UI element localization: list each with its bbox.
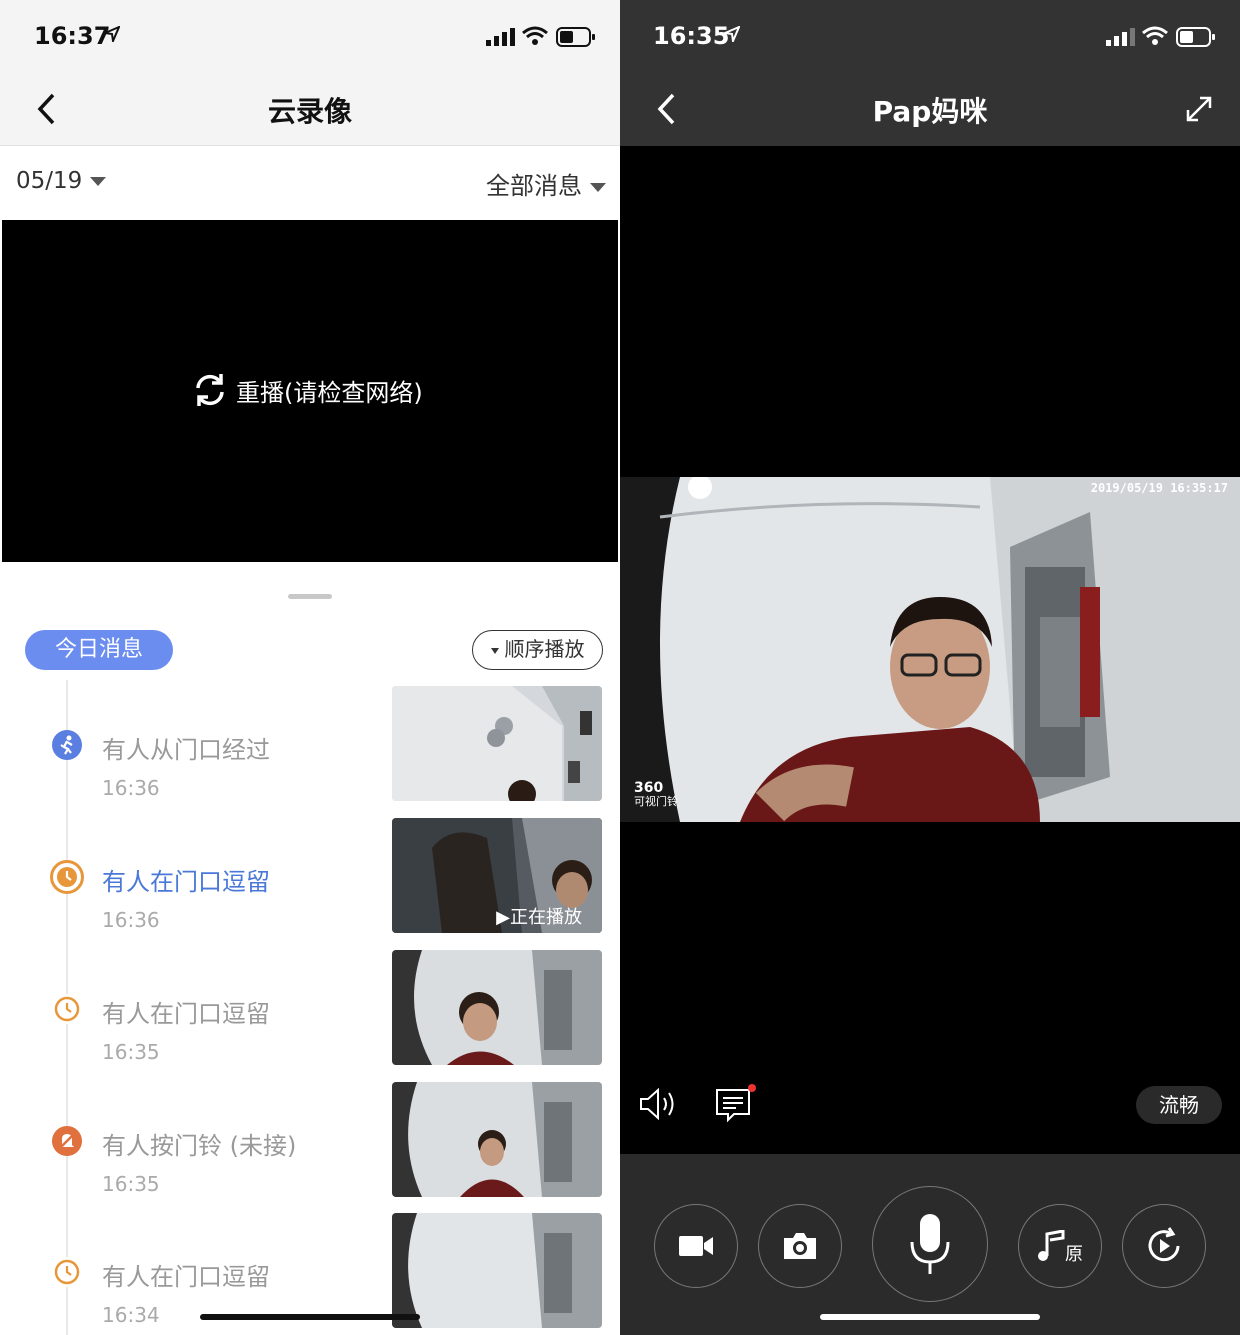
filter-bar: 05/19 全部消息 — [0, 146, 620, 220]
event-thumbnail[interactable] — [392, 686, 602, 801]
record-video-icon — [679, 1236, 713, 1256]
replay-button[interactable]: 重播(请检查网络) — [190, 370, 423, 410]
dropdown-triangle-icon — [90, 177, 107, 186]
event-time: 16:36 — [102, 776, 160, 800]
triangle-down-icon — [490, 647, 499, 654]
wifi-icon — [1142, 26, 1168, 45]
record-video-button[interactable] — [654, 1204, 738, 1288]
event-item[interactable]: 有人按门铃 (未接) 16:35 — [0, 1082, 620, 1202]
event-thumbnail[interactable] — [392, 1082, 602, 1197]
replay-icon — [196, 374, 224, 406]
status-time: 16:37 — [34, 22, 111, 50]
drag-handle[interactable] — [288, 594, 332, 599]
left-screen: 16:37 云录像 05/19 全部消息 重播(请检查网络) 今日消息 顺序播放… — [0, 0, 620, 1335]
event-thumbnail[interactable] — [392, 1213, 602, 1328]
control-bar: 原 — [620, 1154, 1240, 1335]
event-title: 有人在门口逗留 — [102, 868, 270, 896]
signal-icon — [486, 28, 515, 46]
nav-bar: 云录像 — [0, 76, 620, 146]
event-item[interactable]: 有人在门口逗留 16:35 — [0, 950, 620, 1070]
event-time: 16:36 — [102, 908, 160, 932]
camera-logo: 360 可视门铃 — [634, 781, 678, 809]
home-indicator — [200, 1314, 420, 1320]
quality-button[interactable]: 流畅 — [1136, 1086, 1222, 1124]
playback-button[interactable] — [1122, 1204, 1206, 1288]
snapshot-button[interactable] — [758, 1204, 842, 1288]
dropdown-triangle-icon — [590, 182, 606, 192]
right-screen: 16:35 Pap妈咪 2019/05/19 16:35:17 360 可视门铃… — [620, 0, 1240, 1335]
device-title: Pap妈咪 — [872, 95, 988, 128]
event-thumbnail[interactable] — [392, 950, 602, 1065]
event-item-active[interactable]: 有人在门口逗留 16:36 ▶正在播放 — [0, 818, 620, 938]
date-selector[interactable]: 05/19 — [16, 168, 107, 194]
missed-bell-icon — [52, 1126, 82, 1156]
date-label: 05/19 — [16, 168, 83, 194]
live-video[interactable]: 2019/05/19 16:35:17 360 可视门铃 — [620, 477, 1240, 822]
today-messages-tab[interactable]: 今日消息 — [25, 630, 173, 670]
talk-button[interactable] — [872, 1186, 988, 1302]
voice-change-label: 原 — [1065, 1244, 1083, 1265]
cloud-video-player[interactable]: 重播(请检查网络) — [2, 220, 618, 562]
now-playing-label: ▶正在播放 — [496, 907, 582, 928]
sequential-play-button[interactable]: 顺序播放 — [472, 630, 603, 670]
category-label: 全部消息 — [486, 172, 582, 200]
battery-icon — [1176, 27, 1215, 47]
wifi-icon — [522, 26, 548, 45]
event-time: 16:34 — [102, 1303, 160, 1327]
clock-icon — [52, 994, 82, 1024]
event-item[interactable]: 有人从门口经过 16:36 — [0, 686, 620, 806]
status-bar: 16:37 — [0, 0, 620, 76]
snapshot-icon — [784, 1233, 816, 1259]
status-time: 16:35 — [653, 22, 730, 50]
signal-icon — [1106, 28, 1135, 46]
sequential-play-label: 顺序播放 — [504, 637, 585, 661]
clock-icon — [52, 1257, 82, 1287]
logo-main: 360 — [634, 780, 664, 796]
header: 16:35 Pap妈咪 — [620, 0, 1240, 146]
video-timestamp: 2019/05/19 16:35:17 — [1090, 481, 1228, 495]
battery-icon — [556, 27, 595, 47]
speaker-icon[interactable] — [638, 1086, 678, 1122]
event-title: 有人按门铃 (未接) — [102, 1132, 297, 1160]
location-arrow-icon — [724, 26, 740, 42]
camera-feed-image — [620, 477, 1240, 822]
event-time: 16:35 — [102, 1172, 160, 1196]
logo-sub: 可视门铃 — [634, 795, 678, 808]
playback-icon — [1148, 1227, 1180, 1262]
unread-dot — [748, 1084, 756, 1092]
location-arrow-icon — [104, 26, 120, 42]
event-title: 有人在门口逗留 — [102, 1000, 270, 1028]
voice-change-icon — [1038, 1230, 1065, 1261]
fullscreen-icon[interactable] — [1184, 94, 1214, 124]
event-time: 16:35 — [102, 1040, 160, 1064]
clock-icon — [50, 860, 84, 894]
voice-change-button[interactable]: 原 — [1018, 1204, 1102, 1288]
event-title: 有人在门口逗留 — [102, 1263, 270, 1291]
page-title: 云录像 — [267, 95, 352, 128]
event-thumbnail[interactable]: ▶正在播放 — [392, 818, 602, 933]
walking-person-icon — [52, 730, 82, 760]
category-selector[interactable]: 全部消息 — [486, 166, 606, 201]
event-title: 有人从门口经过 — [102, 736, 270, 764]
replay-label: 重播(请检查网络) — [236, 378, 423, 407]
microphone-icon — [910, 1214, 950, 1274]
home-indicator — [820, 1314, 1040, 1320]
